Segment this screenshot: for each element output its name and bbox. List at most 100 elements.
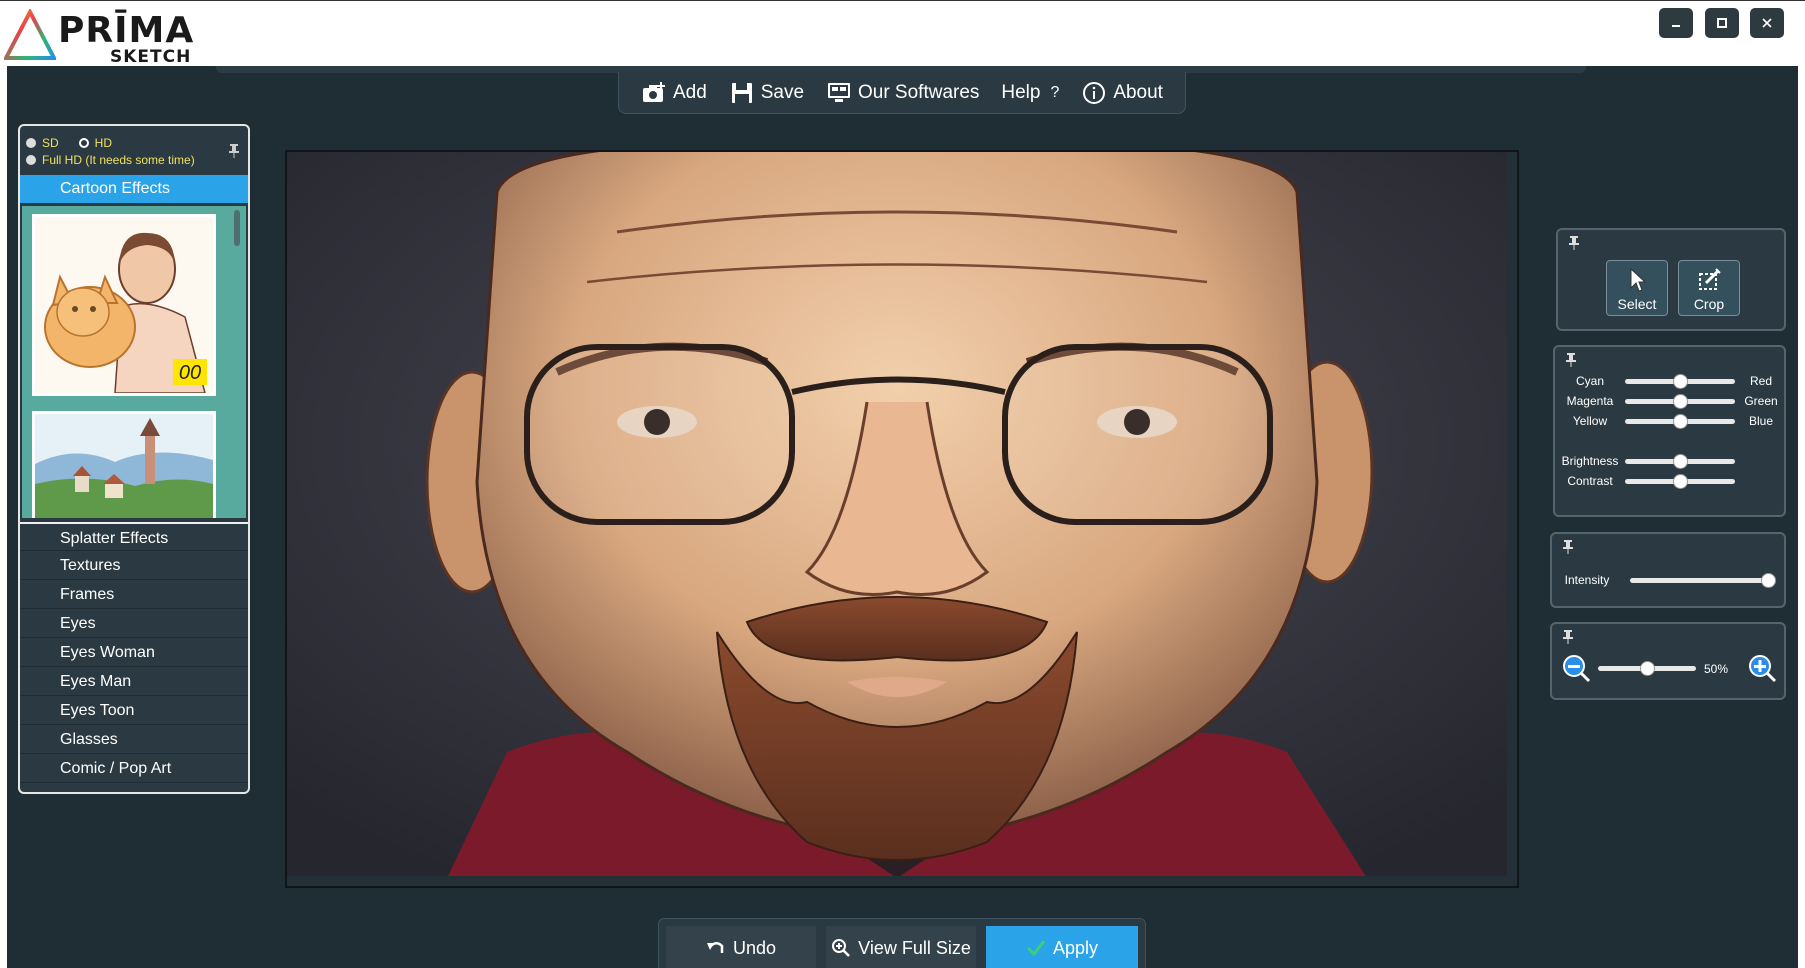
magenta-label: Magenta (1566, 394, 1614, 408)
pin-icon[interactable] (228, 144, 240, 161)
zoom-in-icon[interactable] (1748, 654, 1778, 684)
logo-prima: PRĪMA (58, 10, 195, 51)
info-icon (1083, 81, 1106, 104)
yellow-blue-row: Yellow Blue (1555, 411, 1785, 431)
pin-icon[interactable] (1568, 236, 1580, 253)
pin-icon[interactable] (1562, 630, 1574, 647)
girl-with-cat-image: 00 (35, 217, 213, 394)
blue-label: Blue (1748, 414, 1774, 428)
yellow-blue-knob[interactable] (1673, 414, 1688, 429)
close-icon (1762, 18, 1772, 28)
zoom-value: 50% (1704, 662, 1729, 676)
hd-label: HD (94, 135, 113, 150)
category-item[interactable]: Textures (20, 551, 248, 580)
intensity-slider[interactable] (1630, 573, 1776, 588)
bottom-action-bar: Undo View Full Size Apply (658, 918, 1146, 968)
menu-save-label: Save (760, 81, 805, 103)
select-label: Select (1617, 296, 1657, 312)
minimize-icon (1672, 25, 1680, 27)
category-item[interactable]: Eyes Toon (20, 696, 248, 725)
category-item[interactable]: Eyes Man (20, 667, 248, 696)
sd-radio[interactable] (26, 137, 36, 148)
thumbnail-badge: 00 (179, 362, 201, 384)
pin-icon[interactable] (1562, 540, 1574, 557)
sd-label: SD (42, 135, 59, 150)
select-button[interactable]: Select (1606, 260, 1668, 316)
brightness-row: Brightness (1555, 451, 1785, 471)
red-label: Red (1749, 374, 1772, 388)
menu-our-softwares[interactable]: Our Softwares (826, 80, 979, 106)
contrast-knob[interactable] (1673, 474, 1688, 489)
menu-help-label: Help (1001, 81, 1041, 103)
apply-button[interactable]: Apply (986, 926, 1138, 968)
contrast-row: Contrast (1555, 471, 1785, 491)
left-border (0, 66, 7, 968)
intensity-knob[interactable] (1761, 573, 1776, 588)
title-bar: PRĪMA SKETCH (0, 0, 1805, 67)
thumbnail-cartoon-girl-cat[interactable]: 00 (32, 214, 216, 396)
minimize-button[interactable] (1659, 8, 1693, 38)
category-item[interactable]: Frames (20, 580, 248, 609)
category-item[interactable]: Splatter Effects (20, 522, 248, 551)
zoom-slider[interactable] (1598, 661, 1696, 676)
close-button[interactable] (1750, 8, 1784, 38)
cyan-red-slider[interactable] (1625, 374, 1735, 389)
image-canvas[interactable] (285, 150, 1519, 888)
cyan-red-knob[interactable] (1673, 374, 1688, 389)
magenta-green-row: Magenta Green (1555, 391, 1785, 411)
canvas-horizontal-scrollbar[interactable] (287, 876, 1517, 886)
effect-thumbnails: 00 (22, 206, 246, 518)
brightness-knob[interactable] (1673, 454, 1688, 469)
crop-icon (1699, 268, 1721, 290)
color-balance-panel: Cyan Red Magenta Green Yellow Blue Brigh… (1553, 345, 1786, 517)
menu-help[interactable]: Help ? (1001, 82, 1059, 104)
canvas-vertical-scrollbar[interactable] (1507, 152, 1517, 886)
logo-sketch: SKETCH (110, 47, 192, 67)
menu-add[interactable]: Add (641, 80, 707, 106)
cyan-red-row: Cyan Red (1555, 371, 1785, 391)
thumbnail-landscape[interactable] (32, 411, 216, 518)
contrast-slider[interactable] (1625, 474, 1735, 489)
pin-icon[interactable] (1565, 353, 1577, 370)
cursor-icon (1630, 267, 1647, 292)
category-item[interactable]: Eyes (20, 609, 248, 638)
yellow-blue-slider[interactable] (1625, 414, 1735, 429)
menu-about-label: About (1113, 81, 1163, 103)
intensity-panel: Intensity (1550, 532, 1786, 608)
menu-save[interactable]: Save (729, 80, 804, 106)
tools-panel: Select Crop (1556, 228, 1786, 331)
magenta-green-knob[interactable] (1673, 394, 1688, 409)
category-item[interactable]: Comic / Pop Art (20, 754, 248, 783)
zoom-out-icon[interactable] (1562, 654, 1592, 684)
category-item[interactable]: Eyes Woman (20, 638, 248, 667)
maximize-icon (1717, 18, 1727, 28)
menu-about[interactable]: About (1081, 80, 1163, 106)
intensity-row: Intensity (1552, 570, 1788, 590)
yellow-label: Yellow (1572, 414, 1608, 428)
effects-panel: SD HD Full HD (It needs some time) Carto… (18, 124, 250, 794)
software-icon (827, 82, 850, 102)
undo-button[interactable]: Undo (666, 926, 816, 968)
hd-radio[interactable] (78, 137, 89, 148)
question-icon: ? (1050, 83, 1060, 101)
apply-label: Apply (1052, 937, 1099, 958)
menu-add-label: Add (672, 81, 707, 103)
full-hd-label: Full HD (It needs some time) (42, 152, 195, 167)
category-item[interactable]: Glasses (20, 725, 248, 754)
full-hd-radio[interactable] (26, 154, 36, 165)
category-cartoon-effects[interactable]: Cartoon Effects (20, 175, 248, 203)
brightness-slider[interactable] (1625, 454, 1735, 469)
window-scrollbar[interactable] (1798, 66, 1805, 968)
crop-button[interactable]: Crop (1678, 260, 1740, 316)
maximize-button[interactable] (1705, 8, 1739, 38)
undo-label: Undo (732, 937, 777, 958)
zoom-knob[interactable] (1640, 661, 1655, 676)
landscape-image (35, 414, 213, 518)
green-label: Green (1744, 394, 1778, 408)
thumbnails-scrollbar[interactable] (234, 210, 240, 246)
magenta-green-slider[interactable] (1625, 394, 1735, 409)
brightness-label: Brightness (1561, 454, 1619, 468)
view-full-size-button[interactable]: View Full Size (826, 926, 976, 968)
camera-add-icon (642, 81, 665, 102)
menu-our-softwares-label: Our Softwares (857, 81, 980, 103)
